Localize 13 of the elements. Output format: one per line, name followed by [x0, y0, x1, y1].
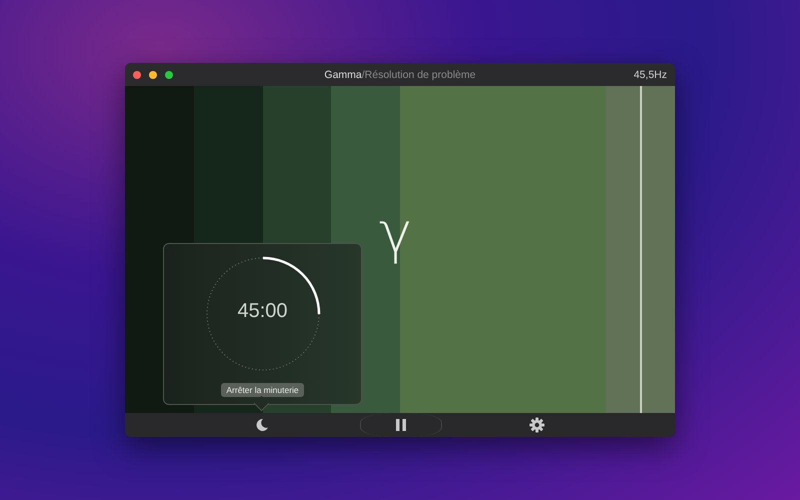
zoom-button[interactable] [165, 70, 173, 78]
timer-countdown: 45:00 [237, 300, 288, 323]
stop-timer-button[interactable]: Arrêter la minuterie [221, 383, 304, 397]
window-title: Gamma [324, 68, 362, 80]
settings-icon[interactable] [529, 417, 545, 433]
gamma-symbol: γ [379, 206, 412, 262]
pause-icon [395, 418, 407, 432]
minimize-button[interactable] [149, 70, 157, 78]
frequency-label: 45,5Hz [634, 68, 667, 80]
moon-icon[interactable] [255, 418, 269, 432]
title-separator: / [362, 68, 365, 80]
window-subtitle: Résolution de problème [364, 68, 476, 80]
close-button[interactable] [133, 70, 141, 78]
